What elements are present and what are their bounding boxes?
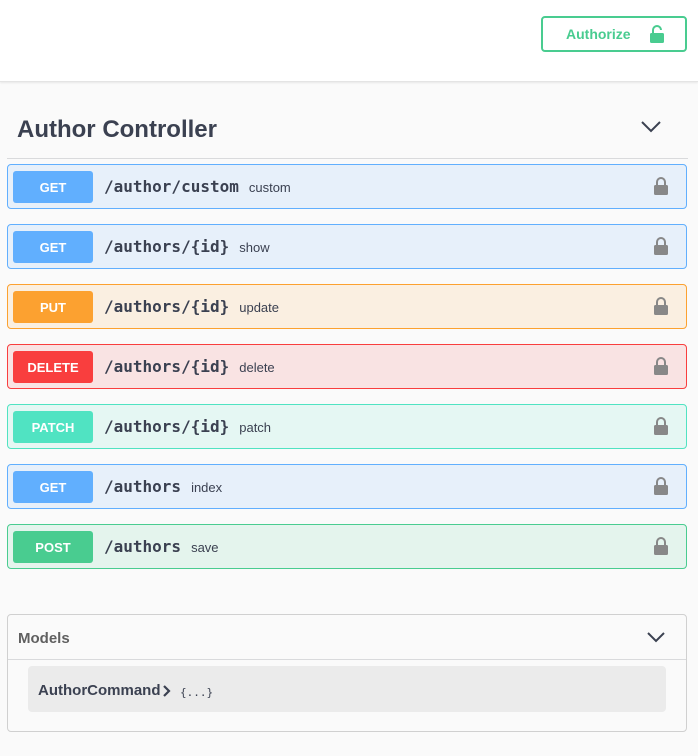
operation-summary: custom (248, 180, 291, 195)
operation-summary: delete (239, 360, 275, 375)
operation-summary: update (239, 300, 279, 315)
chevron-right-icon[interactable] (162, 684, 172, 702)
lock-icon[interactable] (654, 417, 668, 440)
operation-row[interactable]: GET /authors index (7, 464, 687, 509)
operation-row[interactable]: GET /authors/{id} show (7, 224, 687, 269)
method-badge: POST (13, 531, 93, 563)
section-header-author-controller[interactable]: Author Controller (7, 104, 688, 159)
method-badge: GET (13, 231, 93, 263)
operation-path: /author/custom custom (104, 177, 291, 196)
method-badge: DELETE (13, 351, 93, 383)
path-text: /authors (104, 537, 182, 556)
operation-summary: save (191, 540, 219, 555)
models-panel: Models AuthorCommand {...} (7, 614, 687, 732)
lock-icon[interactable] (654, 477, 668, 500)
method-badge: GET (13, 471, 93, 503)
authorize-button[interactable]: Authorize (541, 16, 687, 52)
models-title: Models (18, 630, 70, 647)
model-name: AuthorCommand (38, 682, 161, 699)
unlocked-lock-icon (649, 25, 665, 46)
lock-icon[interactable] (654, 357, 668, 380)
operation-path: /authors/{id} update (104, 297, 279, 316)
lock-icon[interactable] (654, 537, 668, 560)
operation-summary: patch (239, 420, 272, 435)
path-text: /authors/{id} (104, 297, 230, 316)
operation-path: /authors index (104, 477, 222, 496)
operation-path: /authors/{id} show (104, 237, 270, 256)
lock-icon[interactable] (654, 177, 668, 200)
path-text: /authors/{id} (104, 237, 230, 256)
operation-path: /authors save (104, 537, 219, 556)
operation-row[interactable]: PATCH /authors/{id} patch (7, 404, 687, 449)
operation-row[interactable]: PUT /authors/{id} update (7, 284, 687, 329)
chevron-down-icon[interactable] (641, 120, 661, 139)
path-text: /authors/{id} (104, 417, 230, 436)
method-badge: PATCH (13, 411, 93, 443)
operation-row[interactable]: DELETE /authors/{id} delete (7, 344, 687, 389)
model-item-authorcommand[interactable]: AuthorCommand {...} (28, 666, 666, 712)
top-bar: Authorize (0, 0, 698, 82)
lock-icon[interactable] (654, 237, 668, 260)
path-text: /authors (104, 477, 182, 496)
lock-icon[interactable] (654, 297, 668, 320)
operation-path: /authors/{id} patch (104, 417, 271, 436)
path-text: /authors/{id} (104, 357, 230, 376)
operation-row[interactable]: GET /author/custom custom (7, 164, 687, 209)
operation-row[interactable]: POST /authors save (7, 524, 687, 569)
method-badge: PUT (13, 291, 93, 323)
model-expand-brace[interactable]: {...} (180, 686, 213, 699)
section-title: Author Controller (17, 116, 217, 143)
path-text: /author/custom (104, 177, 239, 196)
authorize-label: Authorize (566, 26, 631, 42)
method-badge: GET (13, 171, 93, 203)
chevron-down-icon[interactable] (647, 630, 665, 649)
operation-summary: show (239, 240, 270, 255)
operation-path: /authors/{id} delete (104, 357, 275, 376)
operation-summary: index (191, 480, 223, 495)
models-header[interactable]: Models (8, 615, 686, 660)
